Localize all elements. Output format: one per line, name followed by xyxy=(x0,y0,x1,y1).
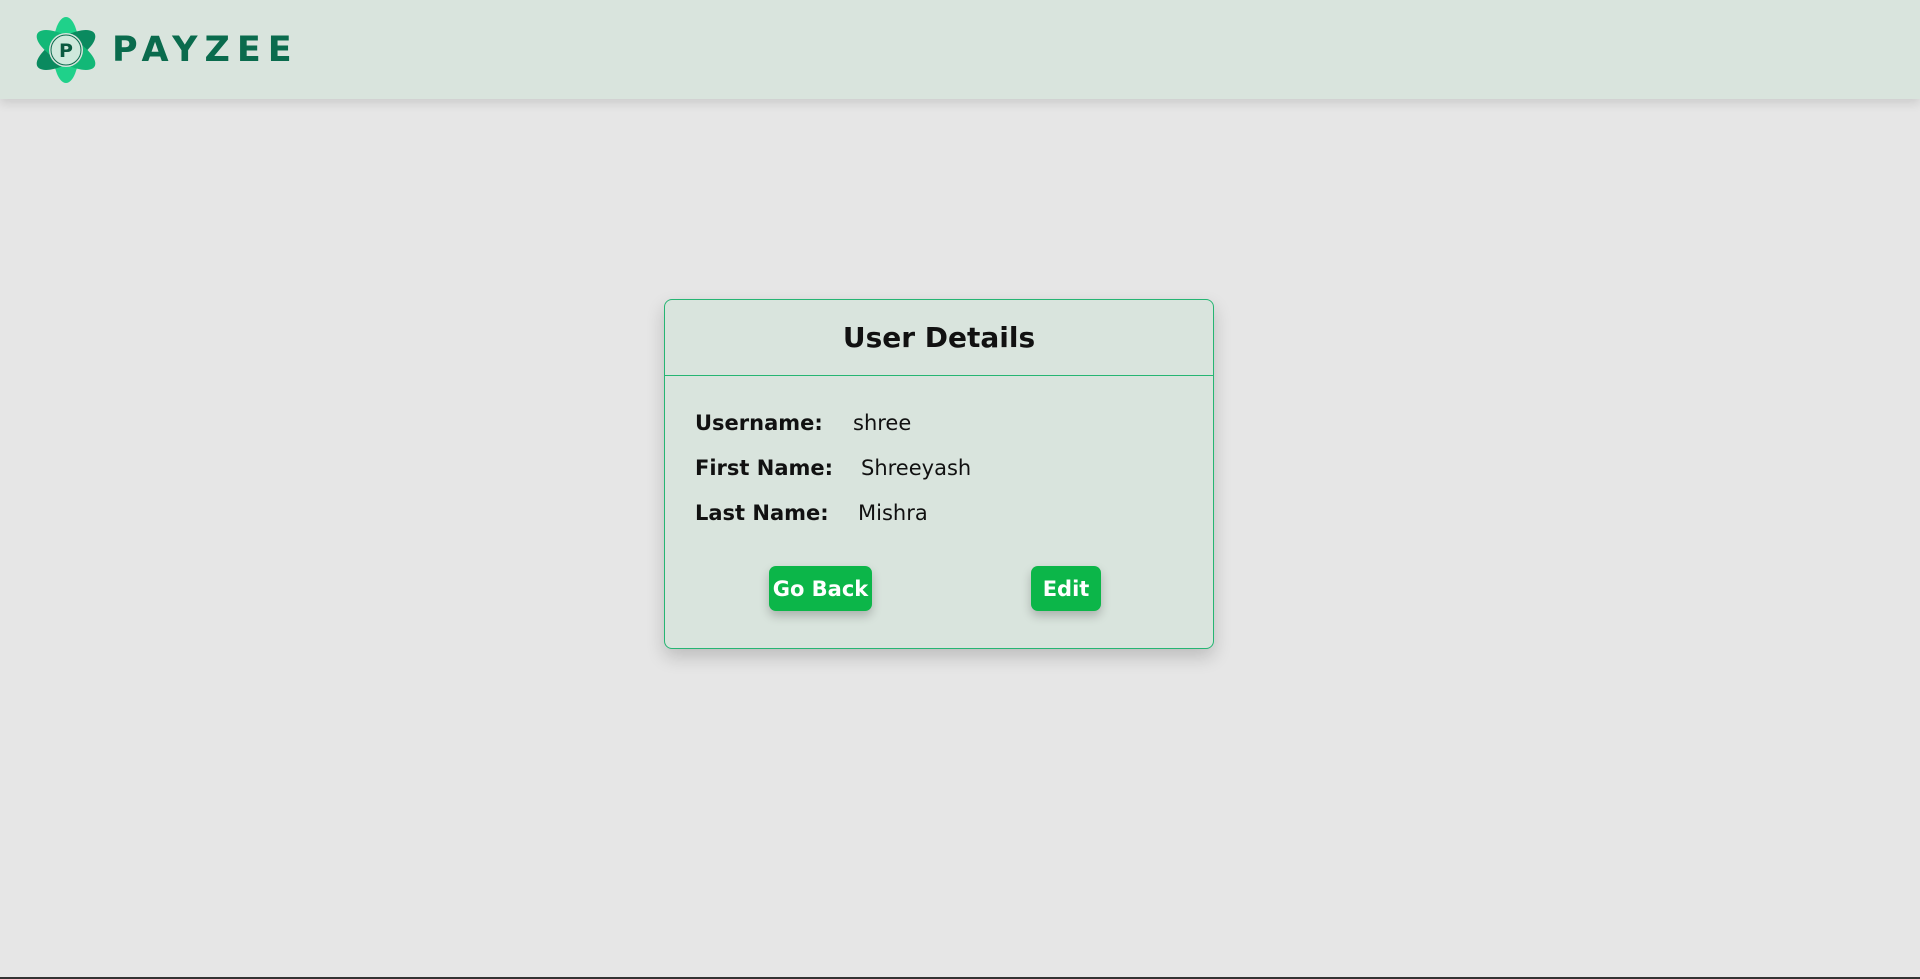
card-title: User Details xyxy=(842,321,1036,354)
card-body: Username: shree First Name: Shreeyash La… xyxy=(665,376,1213,545)
first-name-row: First Name: Shreeyash xyxy=(695,455,1183,500)
user-details-card: User Details Username: shree First Name:… xyxy=(664,299,1214,649)
last-name-row: Last Name: Mishra xyxy=(695,500,1183,545)
first-name-label: First Name: xyxy=(695,456,834,480)
go-back-button[interactable]: Go Back xyxy=(769,566,872,611)
card-header: User Details xyxy=(665,300,1213,376)
brand-name: PAYZEE xyxy=(112,30,299,70)
username-value: shree xyxy=(853,411,912,435)
first-name-value: Shreeyash xyxy=(861,456,972,480)
edit-button[interactable]: Edit xyxy=(1031,566,1101,611)
logo-letter: P xyxy=(59,40,73,62)
payzee-logo-icon: P xyxy=(36,17,96,83)
last-name-label: Last Name: xyxy=(695,501,829,525)
username-row: Username: shree xyxy=(695,410,1183,455)
payzee-logo[interactable]: P PAYZEE xyxy=(30,12,299,88)
last-name-value: Mishra xyxy=(858,501,928,525)
top-header: P PAYZEE xyxy=(0,0,1920,99)
username-label: Username: xyxy=(695,411,823,435)
